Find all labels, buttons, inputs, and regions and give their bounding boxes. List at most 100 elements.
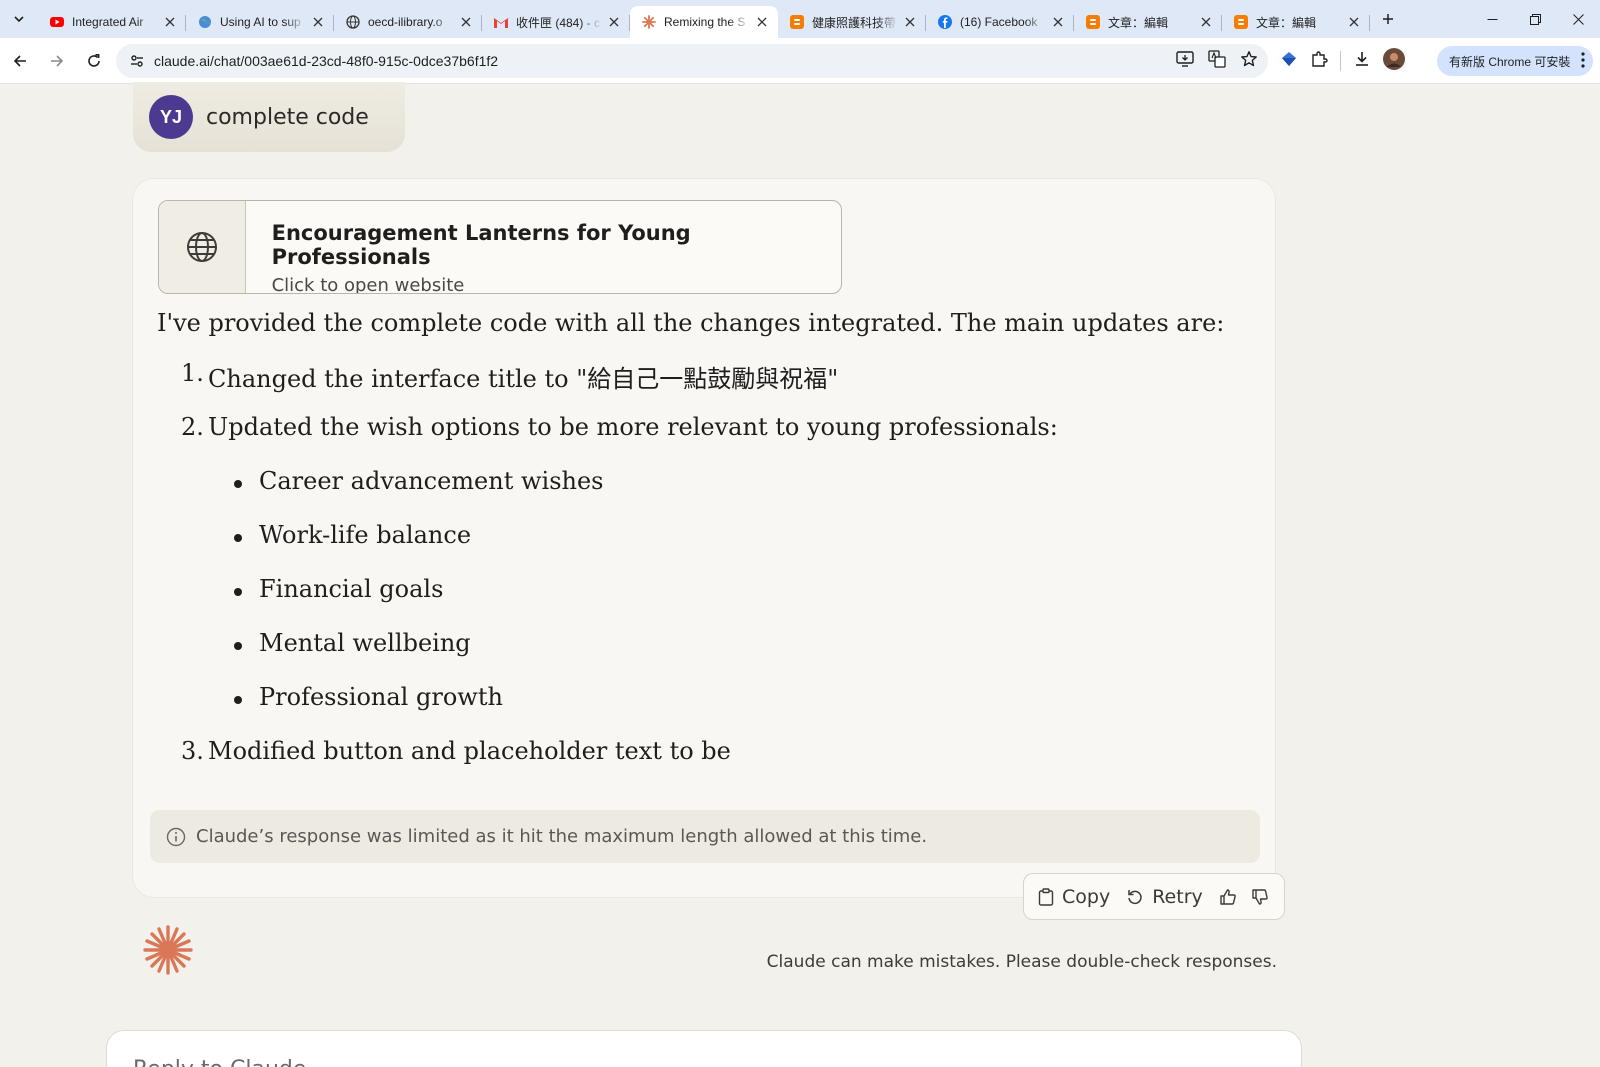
- window-controls: [1471, 0, 1600, 38]
- bookmark-star-icon[interactable]: [1240, 50, 1258, 72]
- omnibox-actions: [1176, 44, 1258, 78]
- blogger-icon: [790, 15, 804, 29]
- close-window-button[interactable]: [1557, 0, 1600, 38]
- toolbar-divider: [1340, 51, 1341, 71]
- limit-notice: Claude’s response was limited as it hit …: [150, 810, 1260, 863]
- tab-title: 健康照護科技帶: [812, 15, 897, 30]
- globe-icon: [346, 15, 360, 29]
- restore-icon: [1530, 13, 1541, 25]
- assistant-message: Encouragement Lanterns for Young Profess…: [132, 178, 1276, 898]
- url-text[interactable]: claude.ai/chat/003ae61d-23cd-48f0-915c-0…: [154, 53, 498, 69]
- list-item: Modified button and placeholder text to …: [208, 737, 731, 765]
- extension-diamond-icon[interactable]: [1280, 50, 1298, 72]
- disclaimer-text: Claude can make mistakes. Please double-…: [766, 952, 1277, 972]
- artifact-card[interactable]: Encouragement Lanterns for Young Profess…: [158, 200, 842, 294]
- restore-button[interactable]: [1514, 0, 1557, 38]
- reply-input[interactable]: Reply to Claude...: [106, 1030, 1302, 1067]
- earth-icon: [198, 15, 212, 29]
- new-tab-button[interactable]: [1374, 5, 1402, 33]
- retry-icon: [1128, 889, 1142, 904]
- bullet-dot: [234, 588, 242, 596]
- claude-logo-icon: [143, 925, 193, 975]
- extensions-area: [1280, 44, 1405, 78]
- browser-tab[interactable]: 文章：編輯: [1074, 6, 1222, 38]
- facebook-icon: [938, 15, 952, 29]
- browser-tab[interactable]: (16) Facebook: [926, 6, 1074, 38]
- tab-title: 文章：編輯: [1108, 15, 1169, 30]
- artifact-title: Encouragement Lanterns for Young Profess…: [271, 221, 691, 269]
- bullet-dot: [234, 642, 242, 650]
- close-icon[interactable]: [1346, 14, 1362, 30]
- tab-title: oecd-ilibrary.o: [368, 15, 443, 29]
- minimize-icon: [1487, 18, 1498, 20]
- avatar[interactable]: YJ: [149, 95, 193, 139]
- tab-title: Integrated Air: [72, 15, 144, 29]
- bullet-item: Professional growth: [259, 683, 503, 711]
- claude-icon: [642, 15, 656, 29]
- profile-avatar[interactable]: [1383, 48, 1405, 74]
- more-menu-icon[interactable]: [1581, 52, 1585, 71]
- copy-label: Copy: [1062, 885, 1111, 908]
- address-bar[interactable]: claude.ai/chat/003ae61d-23cd-48f0-915c-0…: [116, 44, 1268, 78]
- bullet-dot: [234, 696, 242, 704]
- chrome-update-button[interactable]: 有新版 Chrome 可安裝: [1437, 46, 1593, 76]
- youtube-icon: [50, 15, 64, 29]
- close-icon[interactable]: [1198, 14, 1214, 30]
- arrow-right-icon: [51, 54, 64, 67]
- close-icon[interactable]: [606, 14, 622, 30]
- close-icon[interactable]: [754, 14, 770, 30]
- tab-search-button[interactable]: [6, 6, 32, 32]
- list-item: Changed the interface title to "給自己一點鼓勵與…: [208, 365, 839, 393]
- reload-icon: [88, 53, 100, 67]
- bullet-item: Financial goals: [259, 575, 444, 603]
- browser-tab[interactable]: 健康照護科技帶: [778, 6, 926, 38]
- minimize-button[interactable]: [1471, 0, 1514, 38]
- forward-button[interactable]: [40, 44, 74, 78]
- tab-title: 文章：編輯: [1256, 15, 1317, 30]
- close-icon: [1573, 13, 1584, 25]
- reload-button[interactable]: [77, 44, 111, 78]
- browser-tab-active[interactable]: Remixing the S: [630, 6, 778, 38]
- response-intro: I've provided the complete code with all…: [157, 309, 1225, 337]
- install-app-icon[interactable]: [1176, 51, 1194, 71]
- download-icon[interactable]: [1353, 50, 1371, 72]
- close-icon[interactable]: [162, 14, 178, 30]
- info-icon: [166, 827, 186, 846]
- tab-title: Using AI to sup: [220, 15, 301, 29]
- thumbs-down-button[interactable]: [1251, 888, 1269, 906]
- thumbs-up-button[interactable]: [1219, 888, 1237, 906]
- bullet-item: Work-life balance: [259, 521, 472, 549]
- blogger-icon: [1086, 15, 1100, 29]
- tab-title: 收件匣 (484) - c: [516, 15, 601, 30]
- close-icon[interactable]: [902, 14, 918, 30]
- browser-tab[interactable]: 收件匣 (484) - c: [482, 6, 630, 38]
- thumbs-up-icon: [1220, 888, 1236, 905]
- close-icon[interactable]: [310, 14, 326, 30]
- bullet-dot: [234, 534, 242, 542]
- tab-list: Integrated Air Using AI to sup oecd-ilib…: [38, 0, 1370, 38]
- copy-button[interactable]: Copy: [1038, 886, 1110, 908]
- site-info-icon[interactable]: [122, 53, 152, 69]
- browser-tab[interactable]: Using AI to sup: [186, 6, 334, 38]
- blogger-icon: [1234, 15, 1248, 29]
- list-item: Updated the wish options to be more rele…: [208, 413, 1058, 441]
- thumbs-down-icon: [1252, 888, 1268, 905]
- retry-button[interactable]: Retry: [1126, 886, 1203, 908]
- browser-tab[interactable]: 文章：編輯: [1222, 6, 1370, 38]
- tab-title: Remixing the S: [664, 15, 746, 29]
- list-number: 2.: [181, 413, 204, 441]
- reply-placeholder: Reply to Claude...: [133, 1057, 327, 1067]
- bullet-item: Mental wellbeing: [259, 629, 471, 657]
- user-message-text: complete code: [206, 104, 369, 130]
- translate-icon[interactable]: [1208, 50, 1226, 72]
- list-number: 1.: [181, 359, 204, 387]
- browser-tab[interactable]: Integrated Air: [38, 6, 186, 38]
- chevron-down-icon: [14, 16, 24, 23]
- close-icon[interactable]: [458, 14, 474, 30]
- clipboard-icon: [1038, 887, 1054, 906]
- back-button[interactable]: [3, 44, 37, 78]
- extensions-puzzle-icon[interactable]: [1310, 50, 1328, 72]
- close-icon[interactable]: [1050, 14, 1066, 30]
- browser-tab[interactable]: oecd-ilibrary.o: [334, 6, 482, 38]
- browser-tab-strip: Integrated Air Using AI to sup oecd-ilib…: [0, 0, 1600, 38]
